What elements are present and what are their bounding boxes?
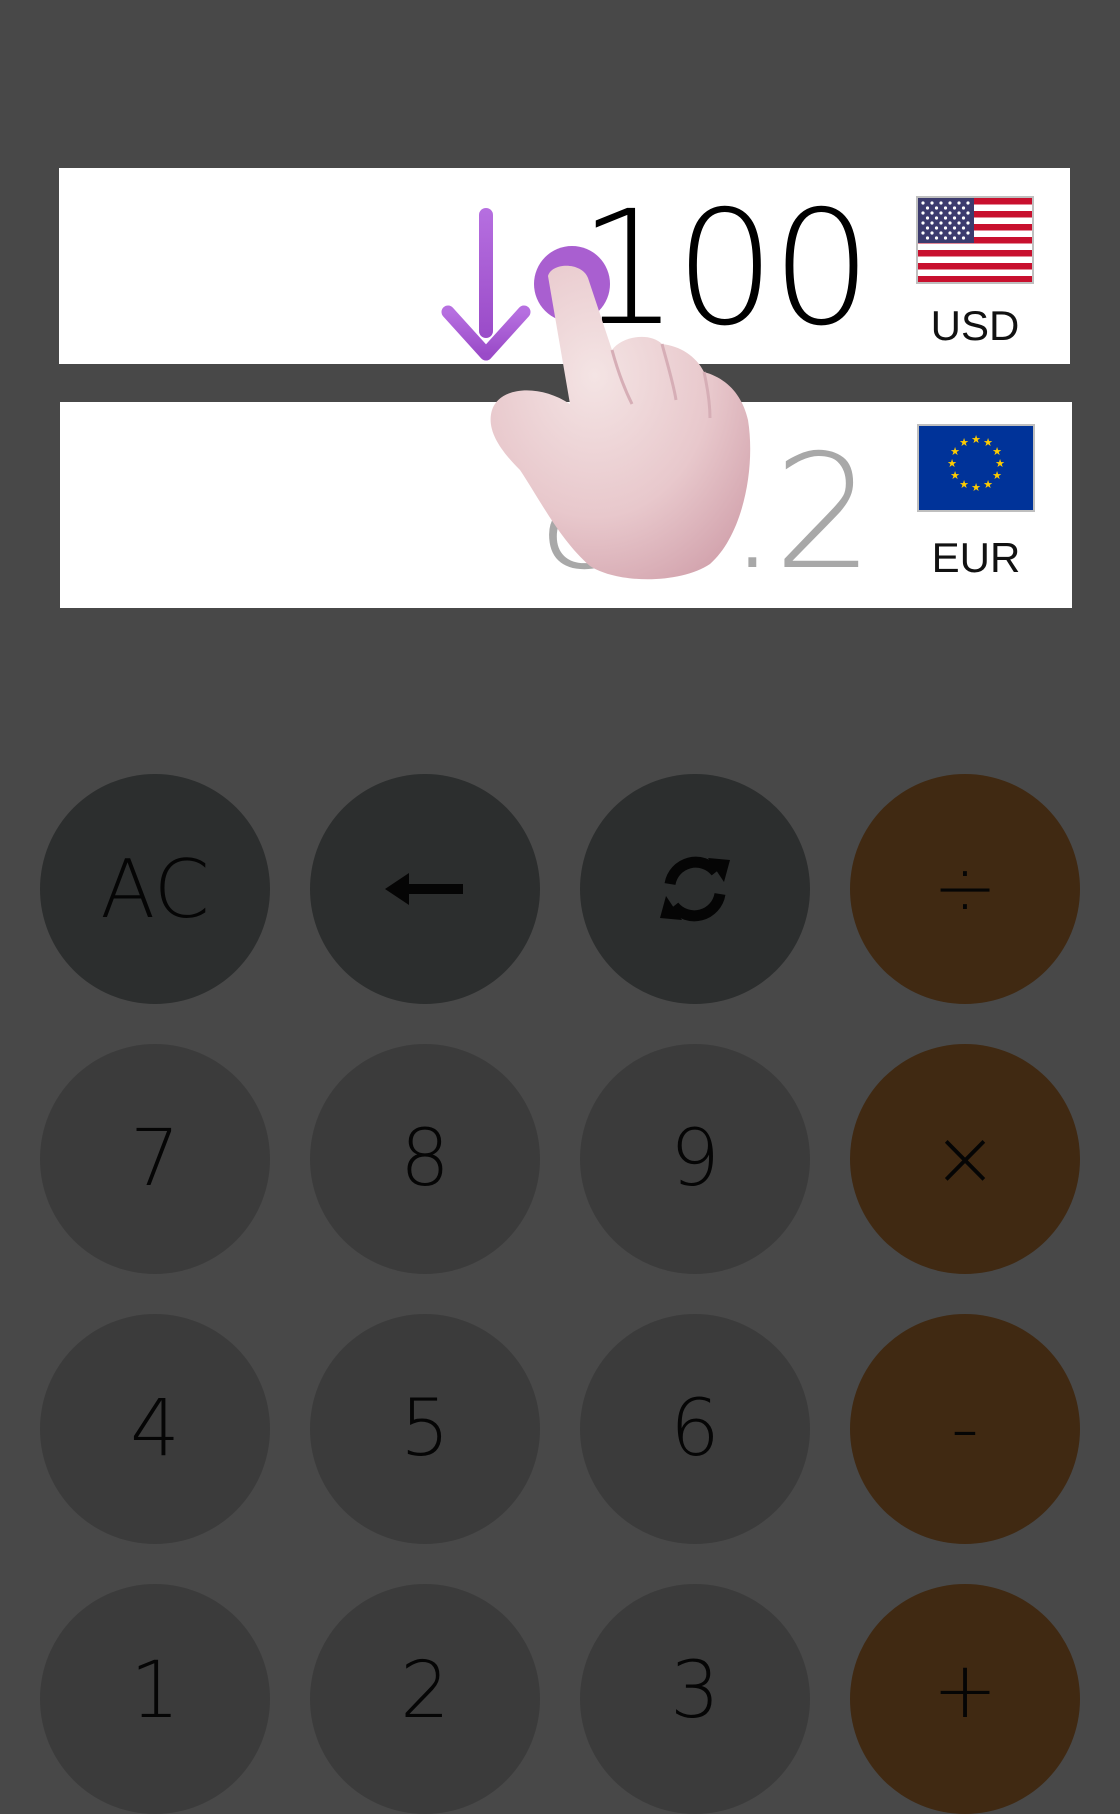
svg-text:★: ★ xyxy=(959,436,969,449)
digit-7-button[interactable]: 7 xyxy=(40,1044,270,1274)
svg-text:★: ★ xyxy=(971,481,981,494)
all-clear-label: AC xyxy=(100,842,210,936)
svg-text:★: ★ xyxy=(947,457,957,470)
digit-8-button[interactable]: 8 xyxy=(310,1044,540,1274)
digit-4-button[interactable]: 4 xyxy=(40,1314,270,1544)
digit-6-button[interactable]: 6 xyxy=(580,1314,810,1544)
minus-button[interactable]: - xyxy=(850,1314,1080,1544)
digit-6-label: 6 xyxy=(670,1384,720,1474)
svg-text:★: ★ xyxy=(971,433,981,446)
svg-text:★: ★ xyxy=(992,469,1002,482)
swap-currencies-button[interactable] xyxy=(580,774,810,1004)
digit-9-label: 9 xyxy=(670,1114,720,1204)
svg-text:★: ★ xyxy=(950,469,960,482)
eu-flag-icon[interactable]: ★ ★ ★ ★ ★ ★ ★ ★ ★ ★ ★ ★ xyxy=(919,426,1033,510)
digit-2-label: 2 xyxy=(400,1646,450,1736)
currency-row-eur[interactable]: 85.2 ★ ★ ★ ★ ★ ★ ★ ★ ★ ★ ★ ★ EUR xyxy=(60,402,1072,608)
swap-refresh-icon xyxy=(658,854,732,924)
digit-1-button[interactable]: 1 xyxy=(40,1584,270,1814)
currency-row-usd[interactable]: 100 USD xyxy=(59,168,1070,364)
multiply-button[interactable]: × xyxy=(850,1044,1080,1274)
digit-4-label: 4 xyxy=(130,1384,180,1474)
digit-1-label: 1 xyxy=(130,1646,180,1736)
currency-code-eur[interactable]: EUR xyxy=(916,534,1036,582)
minus-label: - xyxy=(950,1384,980,1474)
digit-3-button[interactable]: 3 xyxy=(580,1584,810,1814)
digit-8-label: 8 xyxy=(400,1114,450,1204)
currency-code-usd[interactable]: USD xyxy=(915,302,1035,350)
amount-eur[interactable]: 85.2 xyxy=(534,434,874,592)
plus-label: + xyxy=(932,1646,998,1736)
digit-2-button[interactable]: 2 xyxy=(310,1584,540,1814)
multiply-label: × xyxy=(932,1114,998,1204)
divide-label: ÷ xyxy=(932,844,998,934)
amount-usd[interactable]: 100 xyxy=(578,190,872,348)
digit-5-button[interactable]: 5 xyxy=(310,1314,540,1544)
us-flag-icon[interactable] xyxy=(918,198,1032,282)
svg-text:★: ★ xyxy=(983,478,993,491)
all-clear-button[interactable]: AC xyxy=(40,774,270,1004)
backspace-arrow-icon xyxy=(385,869,465,909)
svg-text:★: ★ xyxy=(959,478,969,491)
divide-button[interactable]: ÷ xyxy=(850,774,1080,1004)
digit-3-label: 3 xyxy=(670,1646,720,1736)
digit-9-button[interactable]: 9 xyxy=(580,1044,810,1274)
plus-button[interactable]: + xyxy=(850,1584,1080,1814)
digit-5-label: 5 xyxy=(400,1384,450,1474)
digit-7-label: 7 xyxy=(130,1114,180,1204)
backspace-button[interactable] xyxy=(310,774,540,1004)
